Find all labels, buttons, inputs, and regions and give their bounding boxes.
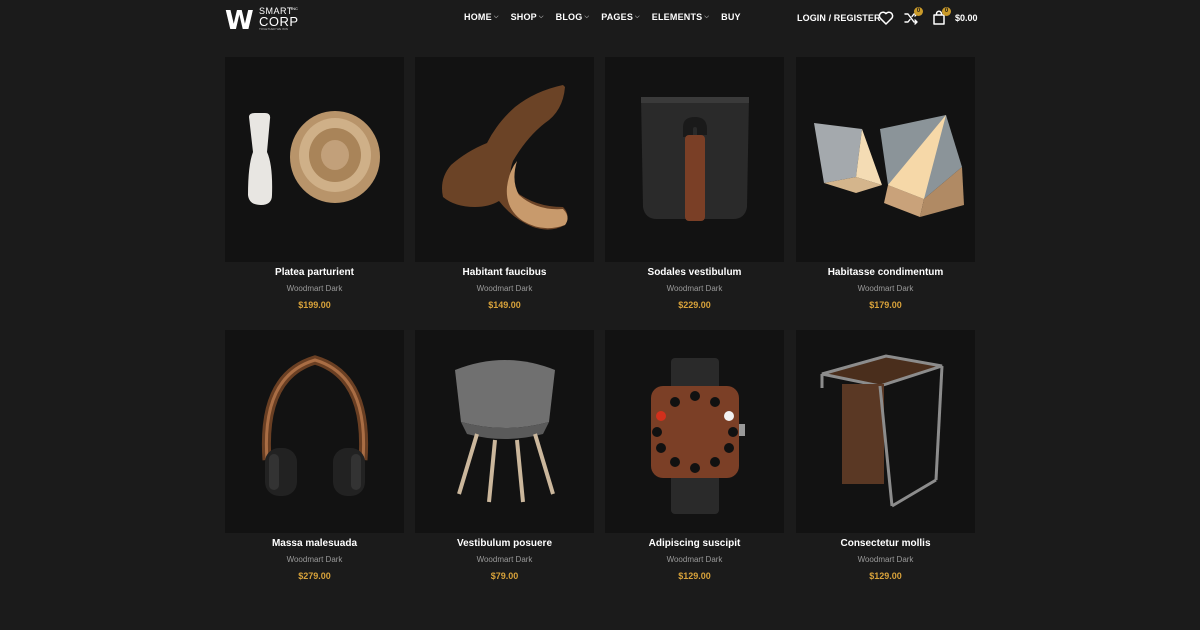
product-image[interactable] [225, 57, 404, 262]
product-image[interactable] [415, 57, 594, 262]
geometric-lamps-image [814, 115, 964, 217]
product-category[interactable]: Woodmart Dark [225, 284, 404, 294]
cart-total[interactable]: $0.00 [955, 13, 978, 23]
cart-count-badge: 0 [942, 7, 951, 16]
product-category[interactable]: Woodmart Dark [415, 555, 594, 565]
product-category[interactable]: Woodmart Dark [225, 555, 404, 565]
product-price: $279.00 [298, 571, 331, 581]
chevron-down-icon: ⌵ [493, 13, 499, 20]
chevron-down-icon: ⌵ [538, 13, 544, 20]
product-card[interactable]: Adipiscing suscipit Woodmart Dark $129.0… [605, 330, 784, 582]
side-table-image [820, 354, 944, 508]
wooden-watch-image [651, 358, 745, 514]
product-price: $129.00 [678, 571, 711, 581]
product-card[interactable]: Massa malesuada Woodmart Dark $279.00 [225, 330, 404, 582]
product-card[interactable]: Vestibulum posuere Woodmart Dark $79.00 [415, 330, 594, 582]
product-price: $129.00 [869, 571, 902, 581]
product-image[interactable] [796, 330, 975, 533]
product-name[interactable]: Platea parturient [225, 267, 404, 279]
heart-icon[interactable] [878, 10, 894, 26]
product-name[interactable]: Vestibulum posuere [415, 538, 594, 550]
logo-mark: W [225, 6, 254, 36]
nav-label: SHOP [510, 12, 537, 22]
nav-item-buy[interactable]: BUY [721, 12, 741, 22]
product-card[interactable]: Platea parturient Woodmart Dark $199.00 [225, 57, 404, 311]
product-price: $149.00 [488, 300, 521, 310]
nav-item-shop[interactable]: SHOP ⌵ [511, 12, 544, 22]
cart-icon[interactable]: 0 [931, 7, 951, 26]
chevron-down-icon: ⌵ [584, 13, 590, 20]
wooden-bowl-image [248, 111, 380, 205]
compare-icon[interactable]: 0 [903, 7, 923, 26]
logo-superscript: INC [291, 6, 298, 11]
chevron-down-icon: ⌵ [635, 13, 640, 20]
product-price: $229.00 [678, 300, 711, 310]
product-card[interactable]: Consectetur mollis Woodmart Dark $129.00 [796, 330, 975, 582]
product-name[interactable]: Habitasse condimentum [796, 267, 975, 279]
product-name[interactable]: Adipiscing suscipit [605, 538, 784, 550]
product-category[interactable]: Woodmart Dark [796, 284, 975, 294]
site-logo[interactable]: W SMART CORP INC TOGETHER WE WIN [225, 6, 305, 36]
product-image[interactable] [796, 57, 975, 262]
product-price: $79.00 [490, 571, 519, 581]
nav-item-elements[interactable]: ELEMENTS ⌵ [652, 12, 709, 22]
nav-item-blog[interactable]: BLOG ⌵ [556, 12, 590, 22]
compare-count-badge: 0 [914, 7, 923, 16]
headphones-image [261, 355, 369, 496]
grey-chair-image [455, 360, 555, 503]
product-category[interactable]: Woodmart Dark [605, 284, 784, 294]
black-mug-image [641, 97, 749, 221]
login-register-link[interactable]: LOGIN / REGISTER [797, 13, 881, 23]
rocking-chair-image [442, 85, 568, 230]
nav-label: HOME [464, 12, 492, 22]
product-image[interactable] [605, 57, 784, 262]
product-card[interactable]: Habitasse condimentum Woodmart Dark $179… [796, 57, 975, 311]
product-card[interactable]: Sodales vestibulum Woodmart Dark $229.00 [605, 57, 784, 311]
nav-item-pages[interactable]: PAGES ⌵ [601, 12, 640, 22]
product-image[interactable] [415, 330, 594, 533]
main-nav: HOME ⌵ SHOP ⌵ BLOG ⌵ PAGES ⌵ ELEMENTS ⌵ BUY [464, 12, 753, 22]
site-header: W SMART CORP INC TOGETHER WE WIN HOME ⌵ S… [0, 0, 1200, 38]
product-category[interactable]: Woodmart Dark [415, 284, 594, 294]
nav-label: BUY [721, 12, 741, 22]
product-price: $179.00 [869, 300, 902, 310]
nav-item-home[interactable]: HOME ⌵ [464, 12, 499, 22]
chevron-down-icon: ⌵ [704, 13, 710, 20]
product-name[interactable]: Sodales vestibulum [605, 267, 784, 279]
nav-label: PAGES [601, 12, 634, 22]
product-name[interactable]: Consectetur mollis [796, 538, 975, 550]
nav-label: ELEMENTS [651, 12, 703, 22]
product-image[interactable] [225, 330, 404, 533]
product-name[interactable]: Massa malesuada [225, 538, 404, 550]
product-category[interactable]: Woodmart Dark [605, 555, 784, 565]
nav-label: BLOG [555, 12, 583, 22]
product-image[interactable] [605, 330, 784, 533]
logo-tagline: TOGETHER WE WIN [259, 27, 288, 31]
product-category[interactable]: Woodmart Dark [796, 555, 975, 565]
product-name[interactable]: Habitant faucibus [415, 267, 594, 279]
product-card[interactable]: Habitant faucibus Woodmart Dark $149.00 [415, 57, 594, 311]
product-price: $199.00 [298, 300, 331, 310]
